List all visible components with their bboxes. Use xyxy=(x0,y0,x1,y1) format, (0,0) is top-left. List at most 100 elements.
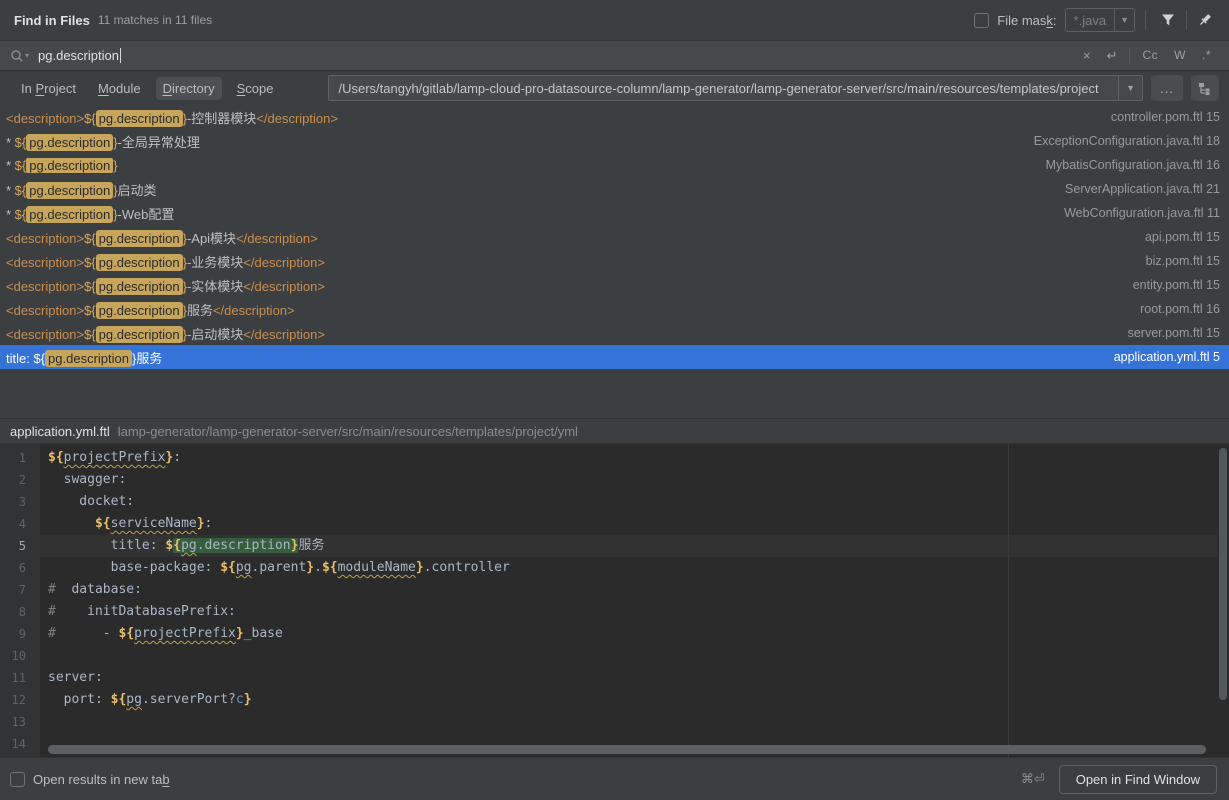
dialog-footer: Open results in new tab ⌘⏎ Open in Find … xyxy=(0,757,1229,800)
result-match-text: <description>${pg.description}-业务模块</des… xyxy=(6,252,1146,271)
search-result-row[interactable]: <description>${pg.description}-启动模块</des… xyxy=(0,321,1229,345)
editor-code: ${projectPrefix}: swagger: docket: ${ser… xyxy=(48,444,1229,755)
clear-search-icon[interactable]: × xyxy=(1075,41,1099,70)
scope-tab-in-project[interactable]: In Project xyxy=(14,77,83,100)
line-number: 13 xyxy=(0,711,40,733)
result-file-label: server.pom.ftl 15 xyxy=(1128,326,1229,340)
code-line: ${projectPrefix}: xyxy=(48,447,1229,469)
file-mask-checkbox[interactable] xyxy=(974,13,989,28)
line-number: 11 xyxy=(0,667,40,689)
code-line xyxy=(48,711,1229,733)
code-line: server: xyxy=(48,667,1229,689)
words-toggle[interactable]: W xyxy=(1166,41,1194,70)
horizontal-scrollbar[interactable] xyxy=(48,745,1206,754)
result-match-text: * ${pg.description}启动类 xyxy=(6,180,1065,199)
result-match-text: title: ${pg.description}服务 xyxy=(6,348,1114,367)
code-preview-editor[interactable]: 1234567891011121314 ${projectPrefix}: sw… xyxy=(0,444,1229,757)
shortcut-hint: ⌘⏎ xyxy=(1021,771,1045,787)
search-result-row[interactable]: * ${pg.description}-Web配置WebConfiguratio… xyxy=(0,201,1229,225)
dialog-header: Find in Files 11 matches in 11 files Fil… xyxy=(0,0,1229,40)
preview-file-name: application.yml.ftl xyxy=(10,424,110,439)
search-input[interactable]: pg.description xyxy=(38,48,121,63)
file-mask-value: *.java xyxy=(1066,13,1115,28)
open-in-find-window-button[interactable]: Open in Find Window xyxy=(1059,765,1217,794)
result-file-label: ServerApplication.java.ftl 21 xyxy=(1065,182,1229,196)
preview-file-path: lamp-generator/lamp-generator-server/src… xyxy=(118,424,578,439)
search-result-row[interactable]: <description>${pg.description}-控制器模块</de… xyxy=(0,105,1229,129)
search-history-arrow-icon[interactable]: ▾ xyxy=(25,51,29,60)
search-result-row[interactable]: <description>${pg.description}-实体模块</des… xyxy=(0,273,1229,297)
line-number: 4 xyxy=(0,513,40,535)
line-number: 9 xyxy=(0,623,40,645)
result-match-text: <description>${pg.description}-Api模块</de… xyxy=(6,228,1145,247)
code-line: # initDatabasePrefix: xyxy=(48,601,1229,623)
scope-tab-module[interactable]: Module xyxy=(91,77,148,100)
result-file-label: biz.pom.ftl 15 xyxy=(1146,254,1229,268)
text-caret xyxy=(120,48,122,63)
regex-toggle[interactable]: .* xyxy=(1194,41,1219,70)
browse-directory-button[interactable]: ... xyxy=(1151,75,1183,101)
directory-path-combo[interactable]: /Users/tangyh/gitlab/lamp-cloud-pro-data… xyxy=(328,75,1143,101)
result-file-label: entity.pom.ftl 15 xyxy=(1133,278,1229,292)
code-line: base-package: ${pg.parent}.${moduleName}… xyxy=(48,557,1229,579)
code-line: # database: xyxy=(48,579,1229,601)
result-file-label: application.yml.ftl 5 xyxy=(1114,350,1229,364)
code-line: # - ${projectPrefix}_base xyxy=(48,623,1229,645)
search-bar: ▾ pg.description × ↵ Cc W .* xyxy=(0,40,1229,71)
preview-header: application.yml.ftl lamp-generator/lamp-… xyxy=(0,418,1229,444)
line-number: 5 xyxy=(0,535,40,557)
code-line: docket: xyxy=(48,491,1229,513)
chevron-down-icon[interactable]: ▼ xyxy=(1118,76,1142,100)
scope-tab-scope[interactable]: Scope xyxy=(230,77,281,100)
code-line: port: ${pg.serverPort?c} xyxy=(48,689,1229,711)
find-in-files-dialog: Find in Files 11 matches in 11 files Fil… xyxy=(0,0,1229,800)
search-result-row[interactable]: * ${pg.description}MybatisConfiguration.… xyxy=(0,153,1229,177)
match-case-toggle[interactable]: Cc xyxy=(1134,41,1166,70)
editor-gutter: 1234567891011121314 xyxy=(0,444,40,757)
result-file-label: WebConfiguration.java.ftl 11 xyxy=(1064,206,1229,220)
line-number: 2 xyxy=(0,469,40,491)
file-mask-combo[interactable]: *.java ▼ xyxy=(1065,8,1135,32)
scope-tab-directory[interactable]: Directory xyxy=(156,77,222,100)
dialog-title: Find in Files xyxy=(14,13,90,28)
line-number: 6 xyxy=(0,557,40,579)
result-match-text: <description>${pg.description}-实体模块</des… xyxy=(6,276,1133,295)
result-file-label: controller.pom.ftl 15 xyxy=(1111,110,1229,124)
line-number: 1 xyxy=(0,447,40,469)
directory-path-value: /Users/tangyh/gitlab/lamp-cloud-pro-data… xyxy=(329,81,1118,96)
search-result-row[interactable]: <description>${pg.description}-业务模块</des… xyxy=(0,249,1229,273)
result-match-text: <description>${pg.description}服务</descri… xyxy=(6,300,1140,319)
file-mask-label: File mask: xyxy=(997,13,1056,28)
result-match-text: * ${pg.description} xyxy=(6,158,1046,173)
code-line: swagger: xyxy=(48,469,1229,491)
result-match-text: <description>${pg.description}-启动模块</des… xyxy=(6,324,1128,343)
result-match-text: * ${pg.description}-Web配置 xyxy=(6,204,1064,223)
search-result-row[interactable]: * ${pg.description}-全局异常处理ExceptionConfi… xyxy=(0,129,1229,153)
search-result-row[interactable]: title: ${pg.description}服务application.ym… xyxy=(0,345,1229,369)
line-number: 12 xyxy=(0,689,40,711)
open-results-new-tab-checkbox[interactable] xyxy=(10,772,25,787)
result-file-label: api.pom.ftl 15 xyxy=(1145,230,1229,244)
line-number: 8 xyxy=(0,601,40,623)
match-summary: 11 matches in 11 files xyxy=(98,13,212,27)
open-results-new-tab-label: Open results in new tab xyxy=(33,772,170,787)
directory-tree-icon[interactable] xyxy=(1191,75,1219,101)
filter-icon[interactable] xyxy=(1156,8,1180,32)
code-line: ${serviceName}: xyxy=(48,513,1229,535)
search-icon[interactable]: ▾ xyxy=(10,49,29,63)
search-result-row[interactable]: * ${pg.description}启动类ServerApplication.… xyxy=(0,177,1229,201)
line-number: 10 xyxy=(0,645,40,667)
vertical-scrollbar[interactable] xyxy=(1219,448,1227,700)
result-file-label: MybatisConfiguration.java.ftl 16 xyxy=(1046,158,1229,172)
pin-icon[interactable] xyxy=(1193,8,1217,32)
code-line: title: ${pg.description}服务 xyxy=(48,535,1229,557)
chevron-down-icon[interactable]: ▼ xyxy=(1114,9,1134,31)
newline-icon[interactable]: ↵ xyxy=(1099,41,1126,70)
search-result-row[interactable]: <description>${pg.description}服务</descri… xyxy=(0,297,1229,321)
result-match-text: <description>${pg.description}-控制器模块</de… xyxy=(6,108,1111,127)
search-result-row[interactable]: <description>${pg.description}-Api模块</de… xyxy=(0,225,1229,249)
line-number: 3 xyxy=(0,491,40,513)
result-file-label: ExceptionConfiguration.java.ftl 18 xyxy=(1034,134,1229,148)
line-number: 14 xyxy=(0,733,40,755)
code-line xyxy=(48,645,1229,667)
